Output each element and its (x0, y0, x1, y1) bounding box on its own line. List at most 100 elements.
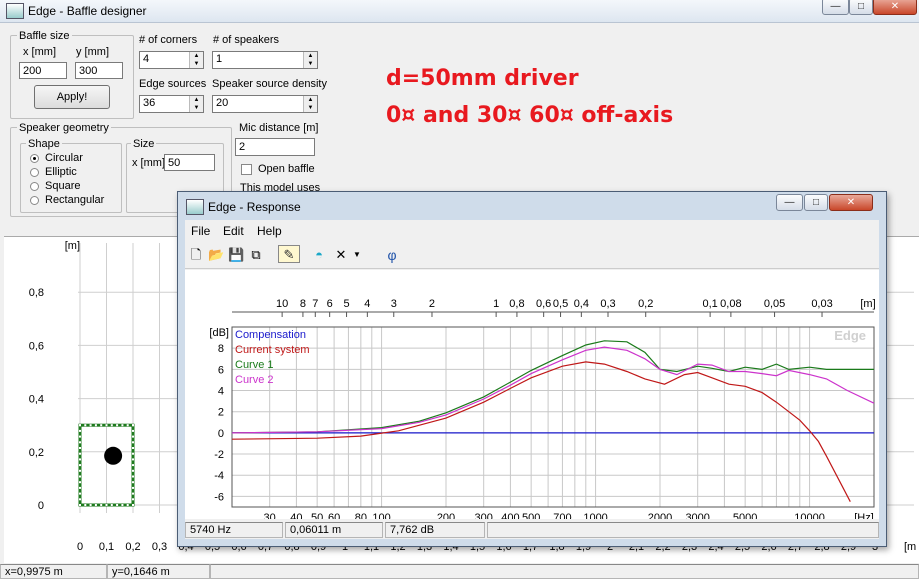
edge-source-dot (79, 452, 81, 455)
baffle-y-tick: 0,6 (29, 340, 44, 352)
apply-button[interactable]: Apply! (34, 85, 110, 109)
response-chart[interactable]: 8 6 4 2 0 -2 -4 -6 10 8 7 6 5 4 3 2 1 0,8 0,6 0,5 0,4 0,3 0,2 0… (185, 270, 879, 524)
save-icon[interactable]: 💾 (227, 245, 245, 263)
radio-elliptic[interactable] (30, 168, 39, 177)
top-axis-label: 0,5 (553, 298, 568, 310)
edge-source-dot (79, 458, 81, 461)
response-minimize-button[interactable]: — (776, 194, 803, 211)
radio-square[interactable] (30, 182, 39, 191)
new-icon[interactable]: 🗋 (187, 245, 205, 263)
status-distance: 0,06011 m (285, 522, 383, 538)
open-baffle-checkbox[interactable] (241, 164, 252, 175)
open-icon[interactable]: 📂 (207, 245, 225, 263)
speaker-geometry-label: Speaker geometry (17, 122, 111, 134)
app-icon (186, 199, 204, 215)
response-client-area: File Edit Help 🗋 📂 💾 ⧉ ✎ ◓ ✕ ▼ φ 8 6 4 2 0 -2… (185, 220, 879, 539)
menu-help[interactable]: Help (257, 224, 282, 238)
maximize-button[interactable]: □ (849, 0, 873, 15)
chart-x-tick: 40 (290, 512, 302, 519)
baffle-x-input[interactable]: 200 (19, 62, 67, 79)
response-title-bar[interactable]: Edge - Response — □ ✕ (178, 192, 886, 220)
corners-spinner[interactable]: 4 ▲ ▼ (139, 51, 204, 69)
spinner-arrows-icon[interactable]: ▲ ▼ (303, 52, 317, 68)
speaker-density-spinner[interactable]: 20 ▲ ▼ (212, 95, 318, 113)
top-axis-label: 8 (300, 298, 306, 310)
edge-sources-value: 36 (143, 97, 156, 109)
minimize-button[interactable]: — (822, 0, 849, 15)
edge-source-dot (105, 424, 108, 427)
top-axis-label: 6 (327, 298, 333, 310)
chart-x-tick: 100 (372, 512, 390, 519)
edge-source-dot (121, 424, 124, 427)
dome-icon[interactable]: ◓ (310, 245, 328, 263)
baffle-x-label: x [mm] (23, 46, 56, 58)
chart-x-tick: 30 (264, 512, 276, 519)
top-axis-label: 2 (429, 298, 435, 310)
chart-y-tick: 0 (218, 428, 224, 440)
app-icon (6, 3, 24, 19)
edge-source-dot (84, 504, 87, 506)
chart-x-tick: 500 (522, 512, 540, 519)
close-button[interactable]: ✕ (873, 0, 917, 15)
shape-option-label: Rectangular (45, 194, 105, 206)
chart-x-tick: 50 (311, 512, 323, 519)
pen-icon[interactable]: ✎ (278, 245, 300, 263)
spinner-arrows-icon[interactable]: ▲ ▼ (189, 96, 203, 112)
status-x: x=0,9975 m (0, 564, 107, 579)
response-chart-svg: 86420-2-4-610 8 7 6 5 4 3 2 1 0,8 0,6 0,5 0,4 0,3 0,2 0… (209, 298, 875, 524)
phi-icon[interactable]: φ (383, 245, 401, 263)
chart-x-tick: 300 (475, 512, 493, 519)
top-axis-label: 10 (276, 298, 288, 310)
menu-file[interactable]: File (191, 224, 210, 238)
copy-icon[interactable]: ⧉ (247, 245, 265, 263)
edge-source-dot (79, 429, 81, 432)
chart-x-tick: 700 (553, 512, 571, 519)
edge-source-dot (105, 504, 108, 506)
spinner-arrows-icon[interactable]: ▲ ▼ (303, 96, 317, 112)
edge-source-dot (89, 424, 92, 427)
legend-entry: Curve 2 (235, 374, 274, 386)
edge-sources-spinner[interactable]: 36 ▲ ▼ (139, 95, 204, 113)
edge-source-dot (132, 441, 134, 444)
speakers-label: # of speakers (213, 34, 280, 46)
response-maximize-button[interactable]: □ (804, 194, 828, 211)
main-window-title: Edge - Baffle designer (28, 4, 147, 18)
edge-source-dot (132, 486, 134, 489)
edge-source-dot (132, 435, 134, 438)
edge-source-dot (84, 424, 87, 427)
edge-source-dot (79, 441, 81, 444)
main-title-bar[interactable]: Edge - Baffle designer — □ ✕ (0, 0, 919, 23)
top-axis-label: 0,08 (720, 298, 741, 310)
response-window[interactable]: Edge - Response — □ ✕ File Edit Help 🗋 📂… (177, 191, 887, 547)
top-axis-label: 1 (493, 298, 499, 310)
spinner-arrows-icon[interactable]: ▲ ▼ (189, 52, 203, 68)
edge-source-dot (132, 429, 134, 432)
chart-x-tick: 60 (328, 512, 340, 519)
response-toolbar: 🗋 📂 💾 ⧉ ✎ ◓ ✕ ▼ φ (185, 242, 879, 269)
chart-x-tick: 400 (501, 512, 519, 519)
speakers-spinner[interactable]: 1 ▲ ▼ (212, 51, 318, 69)
shape-option-label: Elliptic (45, 166, 77, 178)
edge-source-dot (79, 498, 81, 501)
shape-label: Shape (26, 138, 62, 150)
edge-source-dot (79, 492, 81, 495)
radio-rectangular[interactable] (30, 196, 39, 205)
chart-x-tick: 10000 (794, 512, 825, 519)
size-x-input[interactable]: 50 (164, 154, 215, 171)
response-close-button[interactable]: ✕ (829, 194, 873, 211)
baffle-x-tick: 0,1 (99, 541, 114, 553)
edge-source-dot (79, 481, 81, 484)
edge-source-dot (126, 424, 129, 427)
shape-option-label: Circular (45, 152, 83, 164)
delete-icon[interactable]: ✕ (332, 245, 350, 263)
size-x-label: x [mm] (132, 157, 165, 169)
chart-y-tick: -6 (214, 491, 224, 503)
baffle-y-input[interactable]: 300 (75, 62, 123, 79)
menu-edit[interactable]: Edit (223, 224, 244, 238)
dropdown-icon[interactable]: ▼ (351, 245, 363, 263)
chart-y-tick: -2 (214, 449, 224, 461)
radio-circular[interactable] (30, 154, 39, 163)
mic-distance-input[interactable]: 2 (235, 138, 315, 156)
baffle-y-tick: 0,8 (29, 287, 44, 299)
speaker-density-value: 20 (216, 97, 229, 109)
